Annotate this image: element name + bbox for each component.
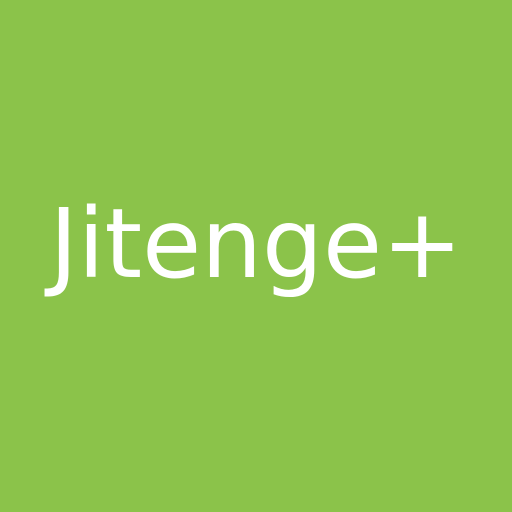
app-name-wordmark: Jitenge+ [49, 188, 463, 300]
app-icon: Jitenge+ [0, 0, 512, 512]
